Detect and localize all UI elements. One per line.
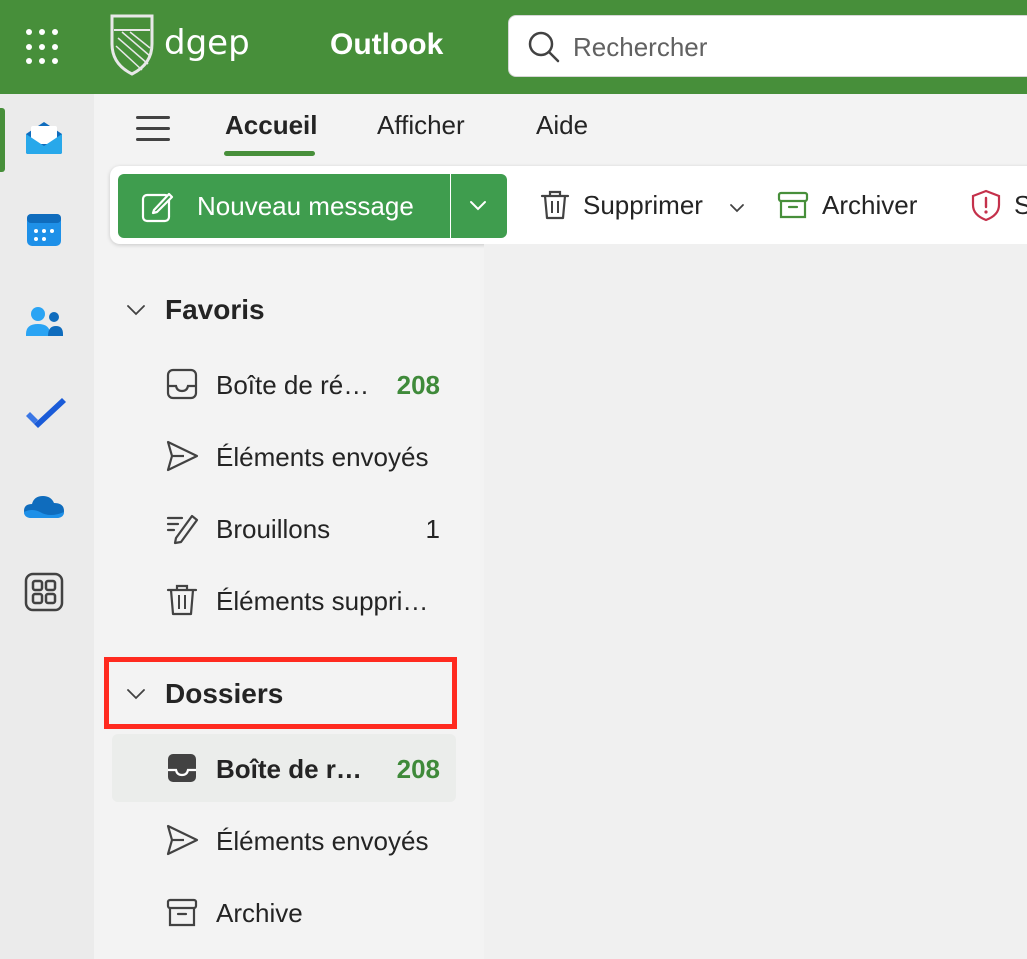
tab-aide[interactable]: Aide — [536, 110, 588, 141]
inbox-icon — [168, 754, 196, 782]
send-icon — [166, 824, 199, 856]
onedrive-cloud-icon[interactable] — [22, 484, 66, 528]
chevron-down-icon[interactable] — [125, 299, 147, 321]
favorites-item-label: Brouillons — [216, 514, 331, 544]
org-logo-text: dgep — [164, 23, 250, 63]
search-icon — [528, 31, 560, 63]
search-input[interactable]: Rechercher — [573, 32, 707, 63]
chevron-down-icon — [470, 201, 486, 211]
chevron-down-icon[interactable] — [728, 199, 746, 217]
delete-button[interactable]: Supprimer — [583, 190, 703, 221]
shield-alert-icon[interactable] — [969, 188, 1003, 222]
folders-item-archive[interactable]: Archive — [112, 878, 456, 946]
archive-button[interactable]: Archiver — [822, 190, 917, 221]
report-button-partial[interactable]: S — [1014, 190, 1027, 221]
tab-afficher[interactable]: Afficher — [377, 110, 465, 141]
org-logo[interactable]: dgep — [108, 14, 258, 76]
tab-accueil[interactable]: Accueil — [225, 110, 318, 141]
favorites-item-label: Éléments suppri… — [216, 586, 429, 616]
message-list-area — [484, 244, 1027, 959]
new-message-label: Nouveau message — [197, 191, 414, 221]
favorites-item-drafts[interactable]: Brouillons 1 — [112, 494, 456, 562]
archive-icon[interactable] — [776, 188, 810, 222]
active-indicator — [0, 108, 5, 172]
new-message-dropdown-button[interactable] — [451, 174, 507, 238]
command-bar: Nouveau message Supprimer Archiver S — [110, 166, 1027, 244]
top-bar: dgep Outlook Rechercher — [0, 0, 1027, 94]
favorites-item-label: Éléments envoyés — [216, 442, 429, 472]
search-box[interactable]: Rechercher — [508, 15, 1027, 77]
app-launcher-icon[interactable] — [22, 26, 62, 66]
folders-item-sent[interactable]: Éléments envoyés — [112, 806, 456, 874]
new-message-button[interactable]: Nouveau message — [118, 174, 450, 238]
app-rail — [0, 94, 94, 959]
inbox-icon — [166, 368, 198, 400]
favorites-header[interactable]: Favoris — [165, 294, 265, 326]
unread-count: 208 — [396, 754, 440, 784]
annotation-highlight-box — [104, 657, 457, 729]
send-icon — [166, 440, 199, 472]
unread-count: 208 — [396, 370, 440, 400]
apps-grid-icon[interactable] — [22, 570, 66, 614]
hamburger-menu-icon[interactable] — [136, 114, 170, 144]
favorites-item-sent[interactable]: Éléments envoyés — [112, 422, 456, 490]
trash-icon — [166, 584, 198, 616]
todo-check-icon[interactable] — [22, 392, 66, 436]
app-title[interactable]: Outlook — [330, 28, 443, 62]
folders-item-label: Boîte de r… — [216, 754, 362, 784]
folders-item-label: Éléments envoyés — [216, 826, 429, 856]
favorites-item-inbox[interactable]: Boîte de ré… 208 — [112, 350, 456, 418]
item-count: 1 — [425, 514, 440, 544]
favorites-item-deleted[interactable]: Éléments suppri… — [112, 566, 456, 634]
archive-icon — [166, 898, 198, 927]
ribbon-tabs: Accueil Afficher Aide — [94, 94, 1027, 164]
trash-icon[interactable] — [538, 188, 572, 222]
folders-item-label: Archive — [216, 898, 303, 928]
mail-icon[interactable] — [22, 116, 66, 160]
compose-icon — [141, 192, 174, 223]
folders-item-inbox[interactable]: Boîte de r… 208 — [112, 734, 456, 802]
calendar-icon[interactable] — [22, 208, 66, 252]
people-icon[interactable] — [22, 300, 66, 344]
draft-pencil-icon — [166, 514, 199, 545]
favorites-item-label: Boîte de ré… — [216, 370, 370, 400]
tab-active-underline — [224, 151, 315, 156]
